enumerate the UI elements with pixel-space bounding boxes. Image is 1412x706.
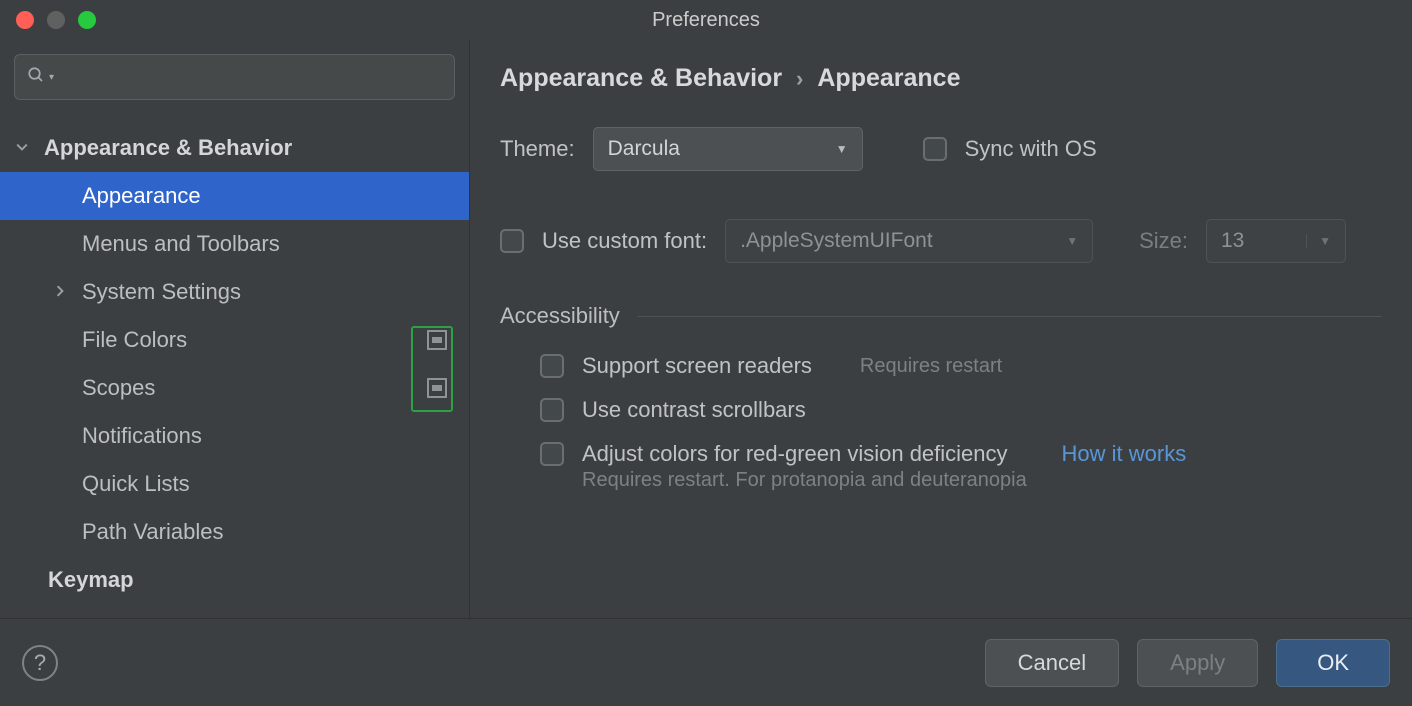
theme-label: Theme: <box>500 136 575 162</box>
sync-with-os-label: Sync with OS <box>965 136 1097 162</box>
screen-readers-label: Support screen readers <box>582 353 812 379</box>
how-it-works-link[interactable]: How it works <box>1062 441 1187 467</box>
font-select[interactable]: .AppleSystemUIFont ▼ <box>725 219 1093 263</box>
sidebar-item-label: Notifications <box>82 423 202 449</box>
ok-button[interactable]: OK <box>1276 639 1390 687</box>
sidebar-item-label: System Settings <box>82 279 241 305</box>
chevron-right-icon <box>54 284 68 300</box>
sidebar: ▾ Appearance & Behavior Appearance Menus… <box>0 40 470 618</box>
window-controls <box>0 11 96 29</box>
size-label: Size: <box>1139 228 1188 254</box>
accessibility-section-header: Accessibility <box>500 303 1382 329</box>
size-select[interactable]: 13 ▼ <box>1206 219 1346 263</box>
color-adjust-checkbox[interactable] <box>540 442 564 466</box>
sync-with-os-checkbox[interactable] <box>923 137 947 161</box>
search-box[interactable]: ▾ <box>14 54 455 100</box>
use-custom-font-checkbox[interactable] <box>500 229 524 253</box>
sidebar-item-system-settings[interactable]: System Settings <box>0 268 469 316</box>
breadcrumb: Appearance & Behavior › Appearance <box>500 64 1382 93</box>
sidebar-item-label: Quick Lists <box>82 471 190 497</box>
theme-select[interactable]: Darcula ▼ <box>593 127 863 171</box>
sidebar-item-label: Path Variables <box>82 519 223 545</box>
chevron-down-icon: ▼ <box>1066 234 1078 248</box>
project-level-icon <box>427 330 447 350</box>
titlebar: Preferences <box>0 0 1412 40</box>
color-adjust-label: Adjust colors for red-green vision defic… <box>582 441 1008 467</box>
sidebar-item-label: Appearance <box>82 183 201 209</box>
color-adjust-hint: Requires restart. For protanopia and deu… <box>582 469 1382 492</box>
contrast-scrollbars-checkbox[interactable] <box>540 398 564 422</box>
sidebar-item-menus-toolbars[interactable]: Menus and Toolbars <box>0 220 469 268</box>
sidebar-item-label: Menus and Toolbars <box>82 231 280 257</box>
chevron-down-icon: ▼ <box>836 142 848 156</box>
content-pane: Appearance & Behavior › Appearance Theme… <box>470 40 1412 618</box>
accessibility-title: Accessibility <box>500 303 620 329</box>
chevron-right-icon: › <box>796 66 803 92</box>
sidebar-item-label: Keymap <box>48 567 134 593</box>
font-value: .AppleSystemUIFont <box>740 229 933 253</box>
minimize-window-button[interactable] <box>47 11 65 29</box>
search-input[interactable] <box>60 67 442 88</box>
use-custom-font-label: Use custom font: <box>542 228 707 254</box>
contrast-scrollbars-label: Use contrast scrollbars <box>582 397 806 423</box>
cancel-button[interactable]: Cancel <box>985 639 1119 687</box>
sidebar-item-keymap[interactable]: Keymap <box>0 556 469 604</box>
sidebar-item-appearance-behavior[interactable]: Appearance & Behavior <box>0 124 469 172</box>
divider <box>638 316 1382 317</box>
sidebar-item-label: Appearance & Behavior <box>44 135 292 161</box>
maximize-window-button[interactable] <box>78 11 96 29</box>
sidebar-item-path-variables[interactable]: Path Variables <box>0 508 469 556</box>
help-button[interactable]: ? <box>22 645 58 681</box>
close-window-button[interactable] <box>16 11 34 29</box>
breadcrumb-parent: Appearance & Behavior <box>500 64 782 93</box>
screen-readers-checkbox[interactable] <box>540 354 564 378</box>
sidebar-item-quick-lists[interactable]: Quick Lists <box>0 460 469 508</box>
chevron-down-icon: ▼ <box>1306 234 1331 248</box>
sidebar-item-file-colors[interactable]: File Colors <box>0 316 469 364</box>
sidebar-item-scopes[interactable]: Scopes <box>0 364 469 412</box>
project-level-icon <box>427 378 447 398</box>
breadcrumb-current: Appearance <box>817 64 960 93</box>
theme-value: Darcula <box>608 137 680 161</box>
apply-button[interactable]: Apply <box>1137 639 1258 687</box>
screen-readers-hint: Requires restart <box>860 355 1002 378</box>
chevron-down-icon <box>16 140 30 156</box>
sidebar-item-label: File Colors <box>82 327 187 353</box>
settings-tree: Appearance & Behavior Appearance Menus a… <box>0 112 469 604</box>
window-title: Preferences <box>652 9 760 32</box>
sidebar-item-label: Scopes <box>82 375 155 401</box>
search-icon <box>27 66 45 89</box>
size-value: 13 <box>1221 229 1244 253</box>
chevron-down-icon: ▾ <box>49 72 54 83</box>
sidebar-item-appearance[interactable]: Appearance <box>0 172 469 220</box>
footer: ? Cancel Apply OK <box>0 618 1412 706</box>
sidebar-item-notifications[interactable]: Notifications <box>0 412 469 460</box>
